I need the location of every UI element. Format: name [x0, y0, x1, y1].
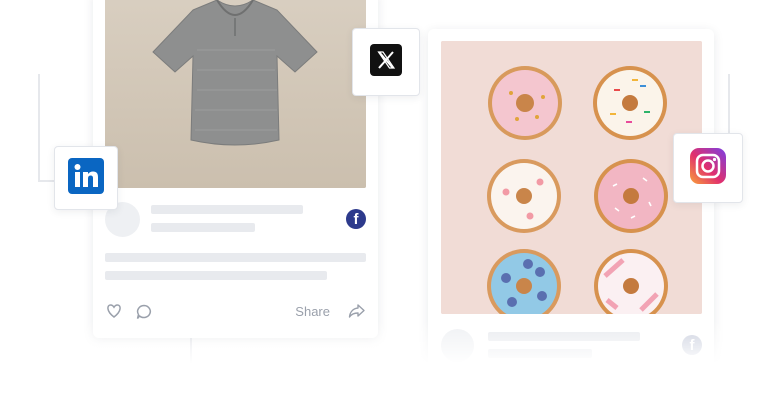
x-badge[interactable] [352, 28, 420, 96]
linkedin-badge[interactable] [54, 146, 118, 210]
bottom-fade [0, 320, 768, 400]
post-meta-placeholder [151, 223, 255, 232]
post-card-donuts: f [428, 29, 714, 369]
shirt-photo [105, 0, 366, 188]
post-actions: Share [105, 302, 366, 322]
caption-line-placeholder [105, 271, 327, 280]
donuts-photo [441, 41, 702, 314]
author-name-placeholder [151, 205, 303, 214]
facebook-icon: f [346, 209, 366, 229]
share-button[interactable]: Share [295, 304, 330, 319]
instagram-badge[interactable] [673, 133, 743, 203]
post-card-shirt: f Share [93, 0, 378, 338]
instagram-logo-icon [690, 147, 726, 189]
linkedin-logo-icon [68, 157, 104, 199]
caption-line-placeholder [105, 253, 366, 262]
x-logo-icon [370, 43, 402, 81]
